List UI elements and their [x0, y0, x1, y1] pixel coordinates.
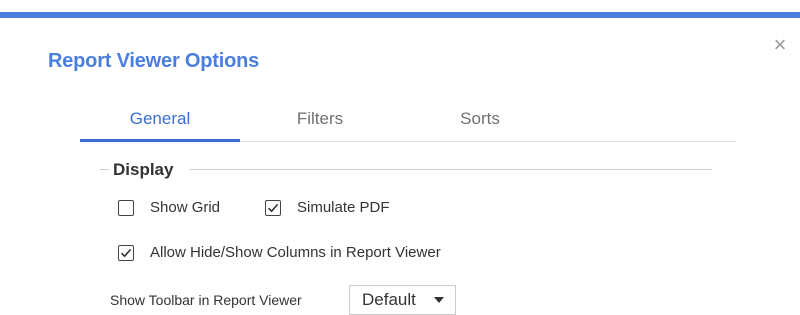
simulate-pdf-label: Simulate PDF — [297, 199, 390, 216]
show-grid-checkbox[interactable] — [118, 199, 134, 216]
allow-hide-show-columns-checkbox[interactable] — [118, 244, 134, 261]
show-grid-label: Show Grid — [150, 199, 221, 216]
show-grid-option[interactable]: Show Grid — [118, 199, 220, 216]
tab-filters[interactable]: Filters — [240, 100, 400, 141]
show-toolbar-select[interactable]: Default — [349, 285, 456, 315]
fieldset-border-right — [190, 169, 712, 170]
close-icon[interactable]: × — [771, 34, 789, 56]
dialog-title: Report Viewer Options — [48, 50, 260, 72]
caret-down-icon — [434, 297, 444, 303]
checkmark-icon — [120, 248, 132, 257]
allow-hide-show-columns-label: Allow Hide/Show Columns in Report Viewer — [150, 244, 441, 261]
dialog-top-accent-bar — [0, 12, 800, 18]
show-toolbar-label: Show Toolbar in Report Viewer — [110, 292, 302, 308]
show-toolbar-selected-value: Default — [362, 290, 416, 309]
tab-sorts[interactable]: Sorts — [400, 100, 560, 141]
simulate-pdf-option[interactable]: Simulate PDF — [265, 199, 390, 216]
tab-general[interactable]: General — [80, 100, 240, 142]
tab-bar: General Filters Sorts — [80, 100, 736, 142]
allow-hide-show-columns-option[interactable]: Allow Hide/Show Columns in Report Viewer — [118, 244, 441, 261]
display-section-legend: Display — [113, 160, 174, 179]
checkmark-icon — [267, 203, 279, 212]
fieldset-border-left — [100, 169, 109, 170]
simulate-pdf-checkbox[interactable] — [265, 199, 281, 216]
